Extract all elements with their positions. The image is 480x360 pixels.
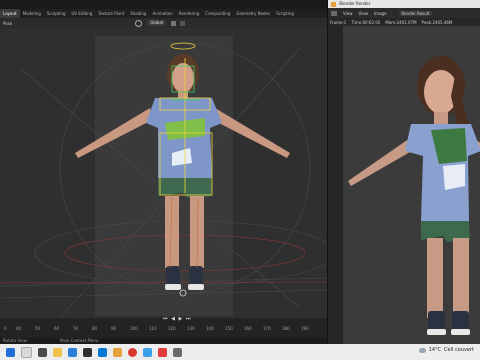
tab-modeling[interactable]: Modeling	[20, 9, 44, 18]
search-icon[interactable]	[38, 347, 47, 357]
editor-type-icon[interactable]	[331, 10, 337, 16]
playback-controls[interactable]: ⏮ ◀ ▶ ⏭	[163, 316, 191, 322]
workspace-tab-bar: Layout Modeling Sculpting UV Editing Tex…	[0, 9, 327, 18]
tab-animation[interactable]: Animation	[149, 9, 175, 18]
time-info: Time:00:02.92	[351, 19, 381, 25]
weather-widget[interactable]: 14°C Cell couvert	[418, 347, 474, 353]
tick-label: 80	[92, 326, 98, 331]
windows-start-icon[interactable]	[6, 347, 15, 357]
cloud-icon	[418, 347, 426, 353]
blender-logo-icon	[331, 1, 336, 7]
file-explorer-icon[interactable]	[53, 347, 62, 357]
peak-info: Peak:2405.46M	[421, 19, 453, 25]
render-menu-bar: View View Image Render Result	[328, 8, 480, 18]
mail-icon[interactable]	[98, 347, 107, 357]
tick-label: 0	[4, 326, 7, 331]
tab-rendering[interactable]: Rendering	[176, 9, 202, 18]
windows-taskbar	[0, 344, 480, 360]
viewport-header: Pose Global	[0, 18, 327, 28]
frame-ruler[interactable]: 0 40 50 60 70 80 90 100 110 120 130 140 …	[0, 326, 327, 333]
store-icon[interactable]	[83, 347, 92, 357]
tab-shading[interactable]: Shading	[127, 9, 149, 18]
viewport-overlay	[0, 42, 327, 318]
orientation-dropdown[interactable]: Global	[147, 20, 167, 26]
snap-icon[interactable]	[180, 20, 186, 26]
render-window: Blender Render View View Image Render Re…	[327, 0, 480, 344]
tick-label: 40	[16, 326, 22, 331]
mem-info: Mem:2401.07M	[385, 19, 417, 25]
weather-text: Cell couvert	[444, 347, 474, 353]
menu-view-2[interactable]: View	[359, 11, 369, 16]
tick-label: 190	[301, 326, 309, 331]
mode-label[interactable]: Pose	[0, 21, 15, 26]
tick-label: 130	[187, 326, 195, 331]
tab-layout[interactable]: Layout	[0, 9, 20, 18]
menu-image[interactable]: Image	[374, 11, 387, 16]
frame-info: Frame:1	[330, 19, 347, 25]
tick-label: 50	[35, 326, 41, 331]
render-result-dropdown[interactable]: Render Result	[398, 10, 433, 16]
render-window-title: Blender Render	[339, 1, 371, 6]
tick-label: 120	[168, 326, 176, 331]
tick-label: 70	[73, 326, 79, 331]
tab-geometry-nodes[interactable]: Geometry Nodes	[233, 9, 273, 18]
blender-top-strip	[0, 0, 327, 9]
tick-label: 60	[54, 326, 60, 331]
render-window-titlebar: Blender Render	[328, 0, 480, 8]
tick-label: 110	[149, 326, 157, 331]
tab-uv-editing[interactable]: UV Editing	[69, 9, 96, 18]
transform-tools: Global	[135, 19, 186, 27]
tick-label: 170	[263, 326, 271, 331]
render-info-bar: Frame:1 Time:00:02.92 Mem:2401.07M Peak:…	[328, 18, 480, 26]
tab-scripting[interactable]: Scripting	[273, 9, 297, 18]
tab-sculpting[interactable]: Sculpting	[44, 9, 69, 18]
tab-texture-paint[interactable]: Texture Paint	[95, 9, 127, 18]
status-middle: Pose Context Menu	[60, 338, 99, 343]
app-icon-2[interactable]	[173, 347, 182, 357]
3d-viewport[interactable]	[0, 28, 327, 318]
weather-temp: 14°C	[428, 347, 442, 353]
profile-avatar-icon[interactable]	[21, 346, 32, 358]
tick-label: 160	[244, 326, 252, 331]
blender-icon[interactable]	[113, 347, 122, 357]
app-icon[interactable]	[143, 347, 152, 357]
menu-view[interactable]: View	[343, 11, 353, 16]
tick-label: 150	[225, 326, 233, 331]
rendered-character	[348, 56, 480, 335]
render-result-image[interactable]	[343, 26, 480, 344]
tab-compositing[interactable]: Compositing	[202, 9, 233, 18]
tick-label: 140	[206, 326, 214, 331]
chrome-icon[interactable]	[128, 347, 137, 357]
orientation-icon[interactable]	[135, 19, 143, 27]
edge-icon[interactable]	[68, 347, 77, 357]
blender-main-window: Layout Modeling Sculpting UV Editing Tex…	[0, 0, 327, 344]
tick-label: 100	[130, 326, 138, 331]
character-model[interactable]	[75, 54, 290, 290]
media-icon[interactable]	[158, 347, 167, 357]
status-left: Rotate View	[3, 338, 27, 343]
tick-label: 180	[282, 326, 290, 331]
tick-label: 90	[111, 326, 117, 331]
pivot-icon[interactable]	[171, 20, 177, 26]
